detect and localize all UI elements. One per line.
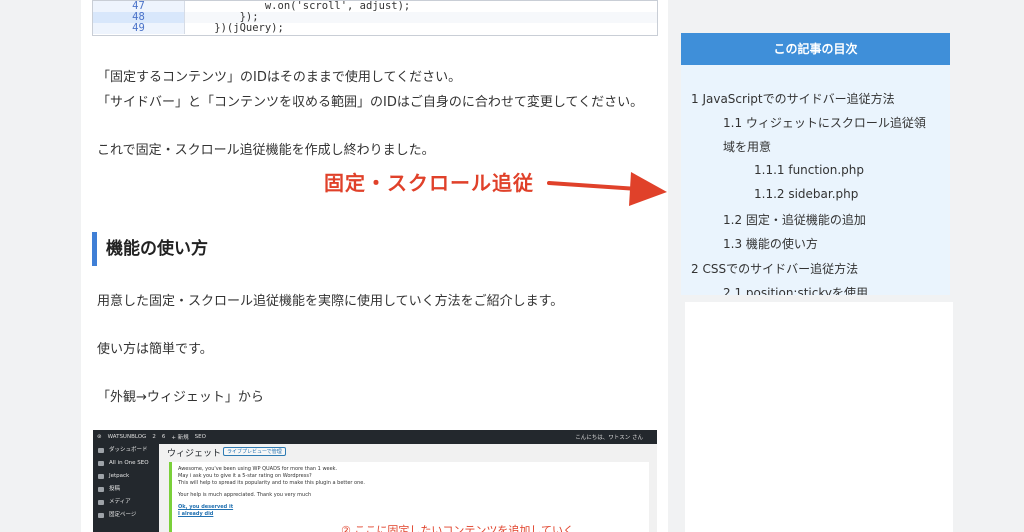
line-number: 49 <box>93 23 185 34</box>
notice-line: Your help is much appreciated. Thank you… <box>178 492 312 498</box>
notice-line: This will help to spread its popularity … <box>178 480 365 486</box>
menu-item: 固定ページ <box>93 509 159 522</box>
toc-link[interactable]: 1.1 ウィジェットにスクロール追従領 <box>723 114 926 131</box>
toc-link[interactable]: 1.1.2 sidebar.php <box>754 187 858 201</box>
paragraph: 「外観→ウィジェット」から <box>97 390 264 405</box>
code-line: 47 w.on('scroll', adjust); <box>93 1 657 12</box>
code-line: 49 })(jQuery); <box>93 23 657 34</box>
wp-admin-bar: ⊛ WATSUNBLOG 2 6 + 新規 SEO こんにちは、ワトスン さん <box>93 430 657 444</box>
updates-count: 2 <box>152 434 156 440</box>
notice-link: I already did <box>178 511 214 517</box>
code-block: 47 w.on('scroll', adjust); 48 }); 49 })(… <box>92 0 658 36</box>
toc-link[interactable]: 1.1.1 function.php <box>754 163 864 177</box>
wp-logo-icon: ⊛ <box>97 434 102 440</box>
table-of-contents: この記事の目次 1 JavaScriptでのサイドバー追従方法 1.1 ウィジェ… <box>681 33 950 295</box>
live-preview-button: ライブプレビューで管理 <box>223 447 286 456</box>
menu-item: 投稿 <box>93 483 159 496</box>
wp-admin-menu: ダッシュボード All in One SEO Jetpack 投稿 メディア 固… <box>93 444 159 532</box>
new-item: + 新規 <box>171 435 189 441</box>
comments-count: 6 <box>161 434 166 440</box>
annotation-label: ② ここに固定したいコンテンツを追加していく <box>341 524 575 532</box>
notice-link: Ok, you deserved it <box>178 504 234 510</box>
notice-line: May i ask you to give it a 5-star rating… <box>178 473 312 479</box>
toc-title: この記事の目次 <box>681 33 950 65</box>
paragraph: 「固定するコンテンツ」のIDはそのままで使用してください。 <box>97 70 462 85</box>
menu-item: All in One SEO <box>93 457 159 470</box>
menu-item: Jetpack <box>93 470 159 483</box>
code-text: })(jQuery); <box>189 22 284 34</box>
paragraph: これで固定・スクロール追従機能を作成し終わりました。 <box>97 143 435 158</box>
greeting: こんにちは、ワトスン さん <box>575 435 643 441</box>
toc-link[interactable]: 2 CSSでのサイドバー追従方法 <box>691 260 858 277</box>
code-line: 48 }); <box>93 12 657 23</box>
notice-line: Awesome, you've been using WP QUADS for … <box>178 466 338 472</box>
site-name: WATSUNBLOG <box>107 434 147 440</box>
widget-page-title: ウィジェット <box>167 449 222 459</box>
sidebar-widget <box>685 302 953 532</box>
menu-item: ダッシュボード <box>93 444 159 457</box>
paragraph: 用意した固定・スクロール追従機能を実際に使用していく方法をご紹介します。 <box>97 294 564 309</box>
paragraph: 「サイドバー」と「コンテンツを収める範囲」のIDはご自身のに合わせて変更してくだ… <box>97 95 644 110</box>
seo-item: SEO <box>194 434 206 440</box>
toc-link-continued[interactable]: 域を用意 <box>723 138 771 155</box>
callout-label: 固定・スクロール追従 <box>324 171 534 195</box>
arrow-right-icon <box>547 172 667 206</box>
embedded-screenshot: ⊛ WATSUNBLOG 2 6 + 新規 SEO こんにちは、ワトスン さん … <box>93 430 657 532</box>
article-main: 47 w.on('scroll', adjust); 48 }); 49 })(… <box>81 0 668 532</box>
paragraph: 使い方は簡単です。 <box>97 342 213 357</box>
wp-content: ウィジェット ライブプレビューで管理 Awesome, you've been … <box>159 444 657 532</box>
toc-link[interactable]: 2.1 position:stickyを使用 <box>723 284 868 295</box>
section-heading: 機能の使い方 <box>92 232 208 266</box>
toc-link[interactable]: 1.2 固定・追従機能の追加 <box>723 211 866 228</box>
menu-item: メディア <box>93 496 159 509</box>
toc-link[interactable]: 1 JavaScriptでのサイドバー追従方法 <box>691 90 895 107</box>
toc-link[interactable]: 1.3 機能の使い方 <box>723 235 818 252</box>
